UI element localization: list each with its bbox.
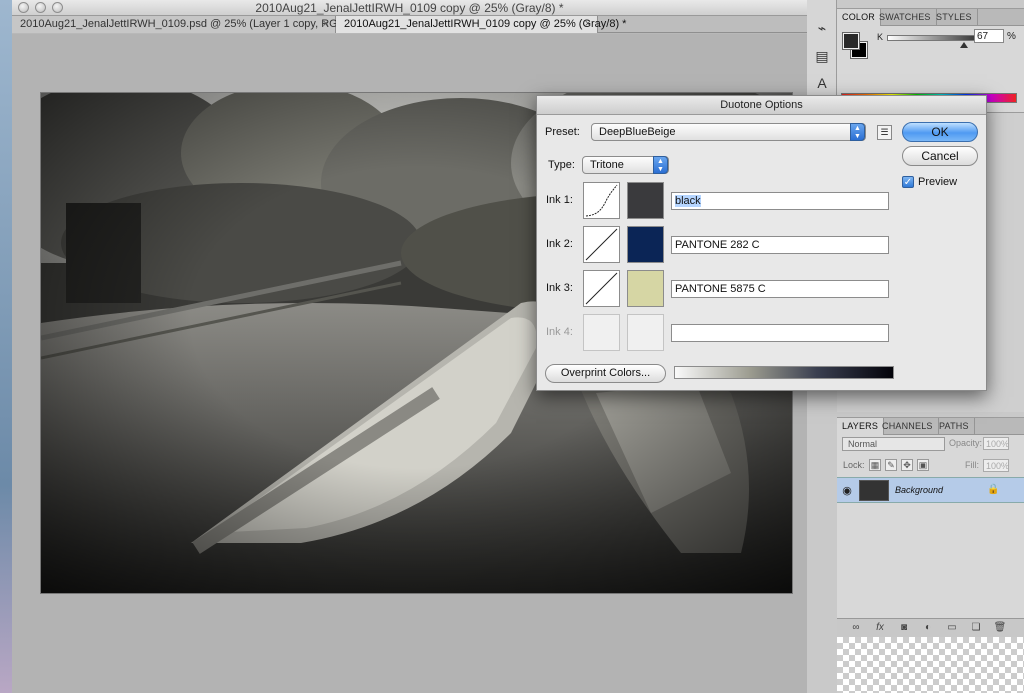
new-layer-icon[interactable]: ❏ [969, 621, 983, 635]
preset-select[interactable]: DeepBlueBeige ▲ ▼ [591, 123, 866, 141]
ink-1-curve-graph [585, 184, 618, 217]
layer-name: Background [895, 485, 944, 495]
fill-input[interactable]: 100% [983, 459, 1009, 472]
ink-1-name: black [675, 195, 701, 207]
ink-2-label: Ink 2: [546, 238, 573, 250]
ink-3-curve-graph [585, 272, 618, 305]
preview-label: Preview [918, 176, 958, 188]
type-label: Type: [548, 159, 575, 171]
folder-icon[interactable]: ▭ [945, 621, 959, 635]
tab-channels[interactable]: CHANNELS [877, 418, 939, 435]
layers-panel-tabs: LAYERS CHANNELS PATHS [837, 418, 1024, 435]
fill-label: Fill: [965, 460, 979, 470]
tab-close-icon[interactable]: × [585, 16, 591, 32]
cancel-button[interactable]: Cancel [902, 146, 978, 166]
ink-4-label: Ink 4: [546, 326, 573, 338]
opacity-input[interactable]: 100% [983, 437, 1009, 450]
layers-panel: LAYERS CHANNELS PATHS Normal Opacity: 10… [837, 417, 1024, 638]
preview-checkbox[interactable]: ✓ [902, 176, 914, 188]
usb-like-icon[interactable]: ⌁ [814, 20, 830, 36]
ink-3-label: Ink 3: [546, 282, 573, 294]
document-tab-bar: 2010Aug21_JenalJettIRWH_0109.psd @ 25% (… [12, 16, 807, 33]
tab-styles[interactable]: STYLES [931, 9, 978, 26]
dialog-titlebar[interactable]: Duotone Options [537, 96, 986, 115]
layer-thumbnail [859, 480, 889, 501]
type-value: Tritone [590, 159, 624, 171]
tab-paths[interactable]: PATHS [934, 418, 975, 435]
ink-2-curve-graph [585, 228, 618, 261]
opacity-label: Opacity: [949, 438, 983, 448]
document-title: 2010Aug21_JenalJettIRWH_0109 copy @ 25% … [255, 1, 564, 15]
tab-gray-copy[interactable]: 2010Aug21_JenalJettIRWH_0109 copy @ 25% … [336, 16, 626, 33]
layer-row[interactable]: ◉ Background 🔒 [837, 477, 1024, 503]
ink-3-curve[interactable] [583, 270, 620, 307]
tab-swatches[interactable]: SWATCHES [874, 9, 937, 26]
blend-mode-select[interactable]: Normal [842, 437, 945, 451]
ink-4-swatch [627, 314, 664, 351]
tab-layered-psd[interactable]: 2010Aug21_JenalJettIRWH_0109.psd @ 25% (… [12, 16, 358, 33]
lock-position-icon[interactable]: ✥ [901, 459, 913, 471]
lock-transparency-icon[interactable]: ▦ [869, 459, 881, 471]
desktop-background [0, 0, 12, 693]
adjustment-icon[interactable]: ◐ [921, 621, 935, 635]
trash-icon[interactable]: 🗑 [993, 621, 1007, 635]
preset-value: DeepBlueBeige [599, 126, 676, 138]
select-arrows-icon: ▲ ▼ [653, 156, 668, 174]
text-tool-icon[interactable]: A [814, 75, 830, 91]
tone-gradient-preview [674, 366, 894, 379]
clipboard-icon[interactable]: ▤ [814, 48, 830, 64]
document-titlebar: 2010Aug21_JenalJettIRWH_0109 copy @ 25% … [12, 0, 807, 16]
transparency-preview [837, 637, 1024, 693]
tab-close-icon[interactable]: × [323, 16, 329, 32]
color-panel-tabs: COLOR SWATCHES STYLES [837, 9, 1024, 26]
ink-3-name-input[interactable]: PANTONE 5875 C [671, 280, 889, 298]
ink-2-name-input[interactable]: PANTONE 282 C [671, 236, 889, 254]
link-icon[interactable]: ∞ [849, 621, 863, 635]
tab-label: 2010Aug21_JenalJettIRWH_0109.psd @ 25% (… [20, 18, 358, 30]
lock-label: Lock: [843, 460, 865, 470]
k-channel-label: K [877, 32, 884, 42]
k-slider-thumb[interactable] [960, 42, 969, 48]
lock-all-icon[interactable]: ▣ [917, 459, 929, 471]
ink-1-name-input[interactable]: black [671, 192, 889, 210]
preset-options-menu-icon[interactable]: ☰ [877, 125, 892, 140]
dialog-title: Duotone Options [720, 99, 803, 111]
ink-1-curve[interactable] [583, 182, 620, 219]
ok-button[interactable]: OK [902, 122, 978, 142]
k-percent-label: % [1007, 31, 1016, 42]
ink-3-swatch[interactable] [627, 270, 664, 307]
ink-4-curve [583, 314, 620, 351]
layer-lock-icon: 🔒 [987, 484, 1000, 495]
ink-2-curve[interactable] [583, 226, 620, 263]
fx-icon[interactable]: fx [873, 621, 887, 635]
eye-icon[interactable]: ◉ [840, 484, 854, 498]
ink-2-swatch[interactable] [627, 226, 664, 263]
layers-footer: ∞ fx ◙ ◐ ▭ ❏ 🗑 [837, 618, 1024, 638]
foreground-color-swatch[interactable] [842, 32, 860, 50]
type-select[interactable]: Tritone ▲ ▼ [582, 156, 669, 174]
duotone-options-dialog: Duotone Options Preset: DeepBlueBeige ▲ ▼… [536, 95, 987, 391]
ink-1-swatch[interactable] [627, 182, 664, 219]
k-value-input[interactable]: 67 [974, 29, 1004, 43]
lock-pixels-icon[interactable]: ✎ [885, 459, 897, 471]
mask-icon[interactable]: ◙ [897, 621, 911, 635]
ink-1-label: Ink 1: [546, 194, 573, 206]
select-arrows-icon: ▲ ▼ [850, 123, 865, 141]
ink-4-name-input [671, 324, 889, 342]
overprint-colors-button[interactable]: Overprint Colors... [545, 364, 666, 383]
preset-label: Preset: [545, 126, 580, 138]
